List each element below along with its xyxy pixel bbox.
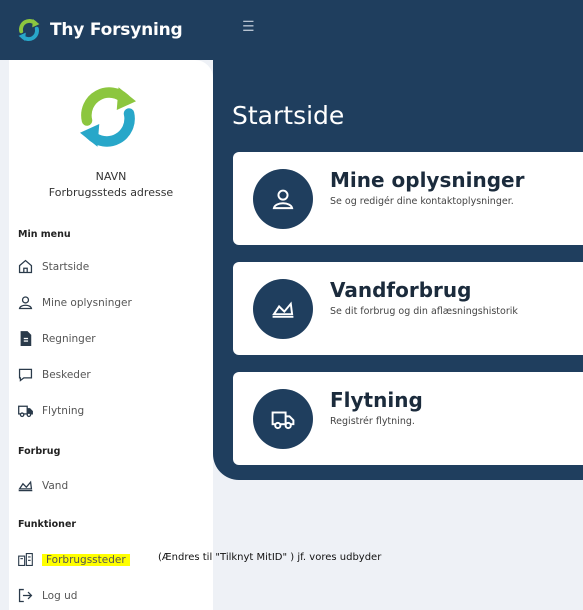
sidebar-item-vand[interactable]: Vand <box>17 477 68 494</box>
annotation-note: (Ændres til "Tilknyt MitID" ) jf. vores … <box>158 552 382 563</box>
user-icon <box>18 296 33 310</box>
sidebar-item-flytning[interactable]: Flytning <box>17 402 84 419</box>
sidebar-item-label: Beskeder <box>42 368 91 381</box>
truck-icon <box>18 405 33 418</box>
sidebar-item-beskeder[interactable]: Beskeder <box>17 366 91 383</box>
card-icon-circle <box>253 279 313 339</box>
sidebar-item-label: Vand <box>42 479 69 492</box>
home-icon <box>18 259 33 274</box>
chart-icon <box>18 480 33 492</box>
brand[interactable]: Thy Forsyning <box>16 17 183 43</box>
card-title: Vandforbrug <box>330 278 472 302</box>
card-title: Flytning <box>330 388 423 412</box>
card-mine-oplysninger[interactable]: Mine oplysninger Se og redigér dine kont… <box>233 152 583 245</box>
card-subtitle: Registrér flytning. <box>330 416 415 427</box>
user-icon <box>272 189 294 210</box>
sidebar-item-startside[interactable]: Startside <box>17 258 89 275</box>
sidebar-item-label: Flytning <box>42 404 85 417</box>
message-icon <box>18 368 33 382</box>
user-address: Forbrugssteds adresse <box>48 186 174 199</box>
sidebar-item-label: Startside <box>42 260 90 273</box>
top-bar: Thy Forsyning ☰ <box>0 0 583 60</box>
buildings-icon <box>18 552 33 567</box>
card-icon-circle <box>253 169 313 229</box>
card-subtitle: Se og redigér dine kontaktoplysninger. <box>330 196 514 207</box>
sidebar-item-label: Forbrugssteder <box>42 553 130 566</box>
chart-icon <box>272 301 294 318</box>
user-name: NAVN <box>95 170 127 183</box>
hamburger-icon[interactable]: ☰ <box>242 20 255 34</box>
brand-name: Thy Forsyning <box>50 20 183 40</box>
section-min-menu: Min menu <box>18 229 71 240</box>
logout-icon <box>18 588 33 603</box>
section-funktioner: Funktioner <box>18 519 77 530</box>
card-subtitle: Se dit forbrug og din aflæsningshistorik <box>330 306 518 317</box>
sidebar-item-log-ud[interactable]: Log ud <box>17 587 77 604</box>
card-vandforbrug[interactable]: Vandforbrug Se dit forbrug og din aflæsn… <box>233 262 583 355</box>
sidebar-item-label: Regninger <box>42 332 96 345</box>
document-icon <box>20 331 32 346</box>
page-title: Startside <box>232 101 345 130</box>
sidebar-item-forbrugssteder[interactable]: Forbrugssteder <box>17 551 130 568</box>
sidebar-item-label: Log ud <box>42 589 78 602</box>
truck-icon <box>271 411 295 430</box>
card-icon-circle <box>253 389 313 449</box>
sidebar-item-label: Mine oplysninger <box>42 296 132 309</box>
thy-forsyning-logo-icon <box>80 87 136 147</box>
card-title: Mine oplysninger <box>330 168 525 192</box>
thy-forsyning-logo-icon <box>18 18 40 42</box>
card-flytning[interactable]: Flytning Registrér flytning. <box>233 372 583 465</box>
sidebar-item-regninger[interactable]: Regninger <box>17 330 96 347</box>
section-forbrug: Forbrug <box>18 446 61 457</box>
sidebar-item-mine-oplysninger[interactable]: Mine oplysninger <box>17 294 132 311</box>
